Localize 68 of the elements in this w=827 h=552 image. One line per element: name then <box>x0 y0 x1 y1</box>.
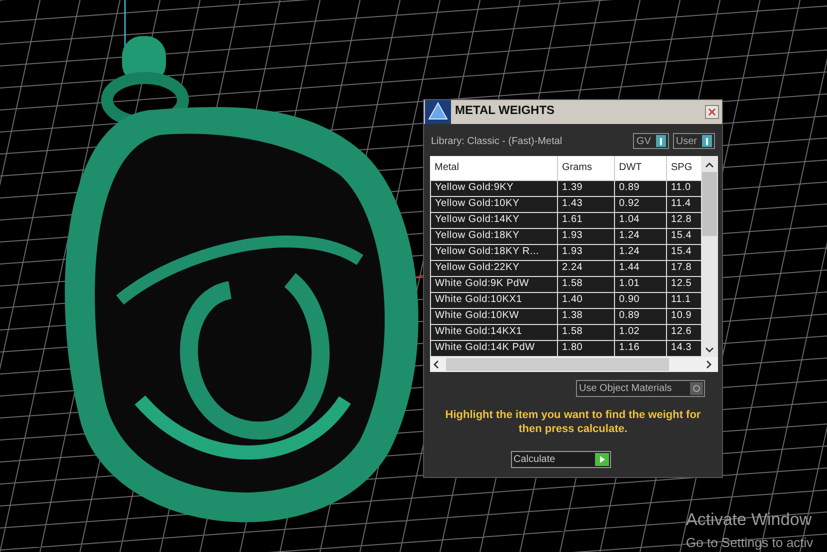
table-cell: 17.8 <box>666 260 701 276</box>
table-cell: White Gold:14KX1 <box>430 324 558 340</box>
table-cell: 12.8 <box>666 212 701 228</box>
library-label: Library: Classic - (Fast)-Metal <box>431 134 562 148</box>
table-cell: 11.4 <box>666 196 701 212</box>
window-title: METAL WEIGHTS <box>455 102 555 119</box>
table-cell: 10.9 <box>666 308 701 324</box>
table-cell: 1.43 <box>558 196 614 212</box>
chevron-down-icon <box>705 346 714 352</box>
horizontal-scrollbar[interactable] <box>430 356 718 372</box>
table-cell: 11.1 <box>666 292 701 308</box>
scrollbar-thumb[interactable] <box>702 172 717 236</box>
column-header[interactable]: Grams <box>558 156 614 180</box>
table-cell: Yellow Gold:22KY <box>430 260 558 276</box>
table-cell: 1.61 <box>558 212 614 228</box>
table-cell: White Gold:10KX1 <box>430 292 558 308</box>
table-cell: 15.4 <box>666 228 701 244</box>
toggle-button[interactable]: GV <box>633 133 669 149</box>
play-icon <box>594 452 608 466</box>
table-cell: Yellow Gold:18KY R... <box>430 244 558 260</box>
table-cell: 1.24 <box>614 244 666 260</box>
table-cell: 1.38 <box>558 308 614 324</box>
table-cell: 1.93 <box>558 228 614 244</box>
scrollbar-thumb[interactable] <box>446 358 669 370</box>
table-cell: Yellow Gold:14KY <box>430 212 558 228</box>
table-cell: 1.04 <box>614 212 666 228</box>
pyramid-icon <box>425 100 451 124</box>
instruction-text: Highlight the item you want to find the weight for then press calculate. <box>444 408 702 436</box>
table-cell: 0.92 <box>614 196 666 212</box>
column-header[interactable]: Metal <box>430 156 558 180</box>
table-cell: 1.39 <box>558 180 614 196</box>
close-button[interactable] <box>705 105 719 119</box>
table-cell: 1.24 <box>614 228 666 244</box>
table-cell: Yellow Gold:9KY <box>430 180 558 196</box>
table-cell: 1.44 <box>614 260 666 276</box>
calculate-button[interactable]: Calculate <box>510 450 610 468</box>
vertical-scrollbar[interactable] <box>701 156 718 356</box>
table-cell: White Gold:10KW <box>430 308 558 324</box>
chevron-right-icon <box>706 360 712 368</box>
table-cell: 12.5 <box>666 276 701 292</box>
table-cell: 2.24 <box>558 260 614 276</box>
table-cell: 1.93 <box>558 244 614 260</box>
table-cell: 1.80 <box>558 340 614 356</box>
table-cell: 1.16 <box>614 340 666 356</box>
materials-dropdown[interactable]: Use Object Materials <box>576 380 705 396</box>
table-cell: 1.58 <box>558 324 614 340</box>
column-header[interactable]: SPG <box>666 156 701 180</box>
table-cell: 14.3 <box>666 340 701 356</box>
table-cell: 1.01 <box>614 276 666 292</box>
toggle-button[interactable]: User <box>672 133 715 149</box>
chevron-left-icon <box>433 360 439 368</box>
table-cell: White Gold:9K PdW <box>430 276 558 292</box>
table-cell: 15.4 <box>666 244 701 260</box>
table-cell: Yellow Gold:18KY <box>430 228 558 244</box>
close-icon <box>708 108 716 116</box>
table-cell: 0.89 <box>614 308 666 324</box>
table-cell: 12.6 <box>666 324 701 340</box>
table-cell: 11.0 <box>666 180 701 196</box>
column-header[interactable]: DWT <box>614 156 666 180</box>
table-cell: 0.90 <box>614 292 666 308</box>
table-cell: 0.89 <box>614 180 666 196</box>
table-cell: White Gold:14K PdW <box>430 340 558 356</box>
table-cell: Yellow Gold:10KY <box>430 196 558 212</box>
table-cell: 1.58 <box>558 276 614 292</box>
table-cell: 1.02 <box>614 324 666 340</box>
circle-icon <box>690 382 703 394</box>
table-cell: 1.40 <box>558 292 614 308</box>
chevron-up-icon <box>705 162 714 168</box>
